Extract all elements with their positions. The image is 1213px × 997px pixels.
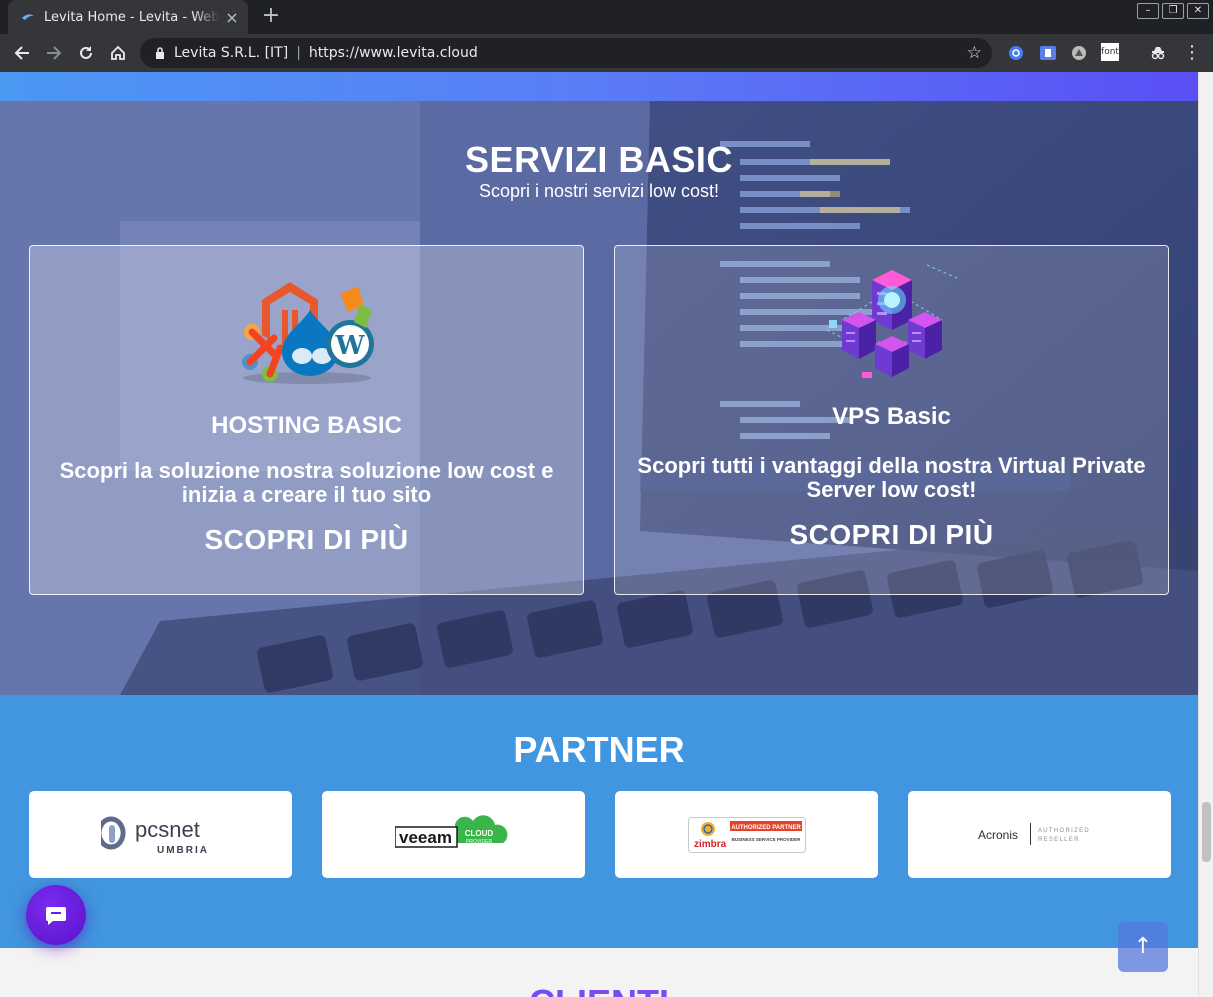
account-icon[interactable] [1006, 43, 1026, 63]
partner-logo-veeam[interactable]: veeam CLOUD PROVIDER [322, 791, 585, 878]
card-description: Scopri tutti i vantaggi della nostra Vir… [637, 453, 1146, 502]
scroll-to-top-button[interactable]: ↑ [1118, 922, 1168, 972]
partner-logo-acronis[interactable]: Acronis AUTHORIZED RESELLER [908, 791, 1171, 878]
clients-section: CLIENTI [0, 948, 1198, 997]
close-window-button[interactable]: ✕ [1187, 3, 1209, 19]
ublock-icon[interactable] [1038, 43, 1058, 63]
svg-text:AUTHORIZED PARTNER: AUTHORIZED PARTNER [731, 825, 801, 831]
services-subtitle: Scopri i nostri servizi low cost! [478, 181, 720, 201]
fonts-icon[interactable]: font [1101, 43, 1119, 61]
chat-bubble-icon [46, 907, 66, 925]
vps-basic-card[interactable]: VPS Basic Scopri tutti i vantaggi della … [614, 245, 1169, 595]
pcsnet-logo-icon: pcsnet UMBRIA [100, 816, 209, 856]
card-description: Scopri la soluzione nostra soluzione low… [59, 458, 554, 507]
svg-text:pcsnet: pcsnet [135, 817, 200, 842]
partner-title: PARTNER [513, 729, 685, 770]
zimbra-logo-icon: zimbra AUTHORIZED PARTNER BUSINESS SERVI… [687, 816, 806, 853]
cms-logos-icon: W [232, 270, 382, 390]
card-title: VPS Basic [832, 403, 951, 430]
lock-icon[interactable] [154, 46, 166, 60]
partner-logo-pcsnet[interactable]: pcsnet UMBRIA [29, 791, 292, 878]
svg-text:BUSINESS SERVICE PROVIDER: BUSINESS SERVICE PROVIDER [731, 837, 800, 842]
svg-text:veeam: veeam [399, 828, 452, 847]
partner-logo-zimbra[interactable]: zimbra AUTHORIZED PARTNER BUSINESS SERVI… [615, 791, 878, 878]
scopri-di-piu-link[interactable]: SCOPRI DI PIÙ [615, 519, 1168, 551]
scopri-di-piu-link[interactable]: SCOPRI DI PIÙ [30, 524, 583, 556]
browser-menu-icon[interactable]: ⋮ [1183, 42, 1201, 64]
acronis-logo-icon: Acronis AUTHORIZED RESELLER [978, 822, 1090, 845]
window-controls: – ❐ ✕ [1137, 3, 1209, 19]
speedtest-icon[interactable] [1069, 43, 1089, 63]
clients-title: CLIENTI [0, 982, 1198, 997]
server-isometric-icon [826, 260, 957, 392]
services-title: SERVIZI BASIC [465, 139, 733, 180]
restore-button[interactable]: ❐ [1162, 3, 1184, 19]
forward-icon[interactable] [40, 39, 68, 67]
home-icon[interactable] [104, 39, 132, 67]
tab-close-icon[interactable]: × [220, 8, 244, 27]
scrollbar-thumb[interactable] [1202, 802, 1211, 862]
browser-tab[interactable]: Levita Home - Levita - Web × [8, 0, 248, 34]
back-icon[interactable] [8, 39, 36, 67]
url-text[interactable]: https://www.levita.cloud [309, 45, 478, 61]
tab-strip: Levita Home - Levita - Web × + – ❐ ✕ [0, 0, 1213, 34]
svg-text:Acronis: Acronis [978, 828, 1018, 842]
levita-favicon-icon [20, 9, 36, 25]
chat-button[interactable] [26, 885, 86, 945]
svg-text:zimbra: zimbra [694, 839, 727, 850]
svg-text:PROVIDER: PROVIDER [465, 839, 492, 845]
card-title: HOSTING BASIC [211, 412, 402, 439]
reload-icon[interactable] [72, 39, 100, 67]
svg-text:AUTHORIZED: AUTHORIZED [1038, 828, 1090, 834]
omnibox-separator: | [296, 45, 301, 61]
web-page: SERVIZI BASIC Scopri i nostri servizi lo… [0, 72, 1198, 997]
tab-title: Levita Home - Levita - Web [44, 9, 220, 25]
new-tab-button[interactable]: + [258, 4, 284, 30]
partner-section: PARTNER pcsnet UMBRIA veeam CLOUD PROVID… [0, 695, 1198, 948]
minimize-button[interactable]: – [1137, 3, 1159, 19]
header-gradient-strip [0, 72, 1198, 101]
site-identity: Levita S.R.L. [IT] [174, 45, 289, 61]
incognito-icon[interactable] [1148, 43, 1168, 63]
svg-text:CLOUD: CLOUD [464, 829, 493, 838]
svg-text:UMBRIA: UMBRIA [157, 845, 209, 856]
browser-toolbar: Levita S.R.L. [IT] | https://www.levita.… [0, 34, 1213, 72]
page-scrollbar[interactable] [1198, 72, 1213, 997]
svg-text:RESELLER: RESELLER [1038, 837, 1080, 843]
bookmark-star-icon[interactable]: ☆ [967, 43, 982, 63]
services-section: SERVIZI BASIC Scopri i nostri servizi lo… [0, 101, 1198, 695]
veeam-logo-icon: veeam CLOUD PROVIDER [394, 814, 507, 848]
address-bar[interactable]: Levita S.R.L. [IT] | https://www.levita.… [140, 38, 992, 68]
svg-text:W: W [334, 331, 365, 361]
hosting-basic-card[interactable]: W HOSTING BASIC Scopri la soluzione nost… [29, 245, 584, 595]
